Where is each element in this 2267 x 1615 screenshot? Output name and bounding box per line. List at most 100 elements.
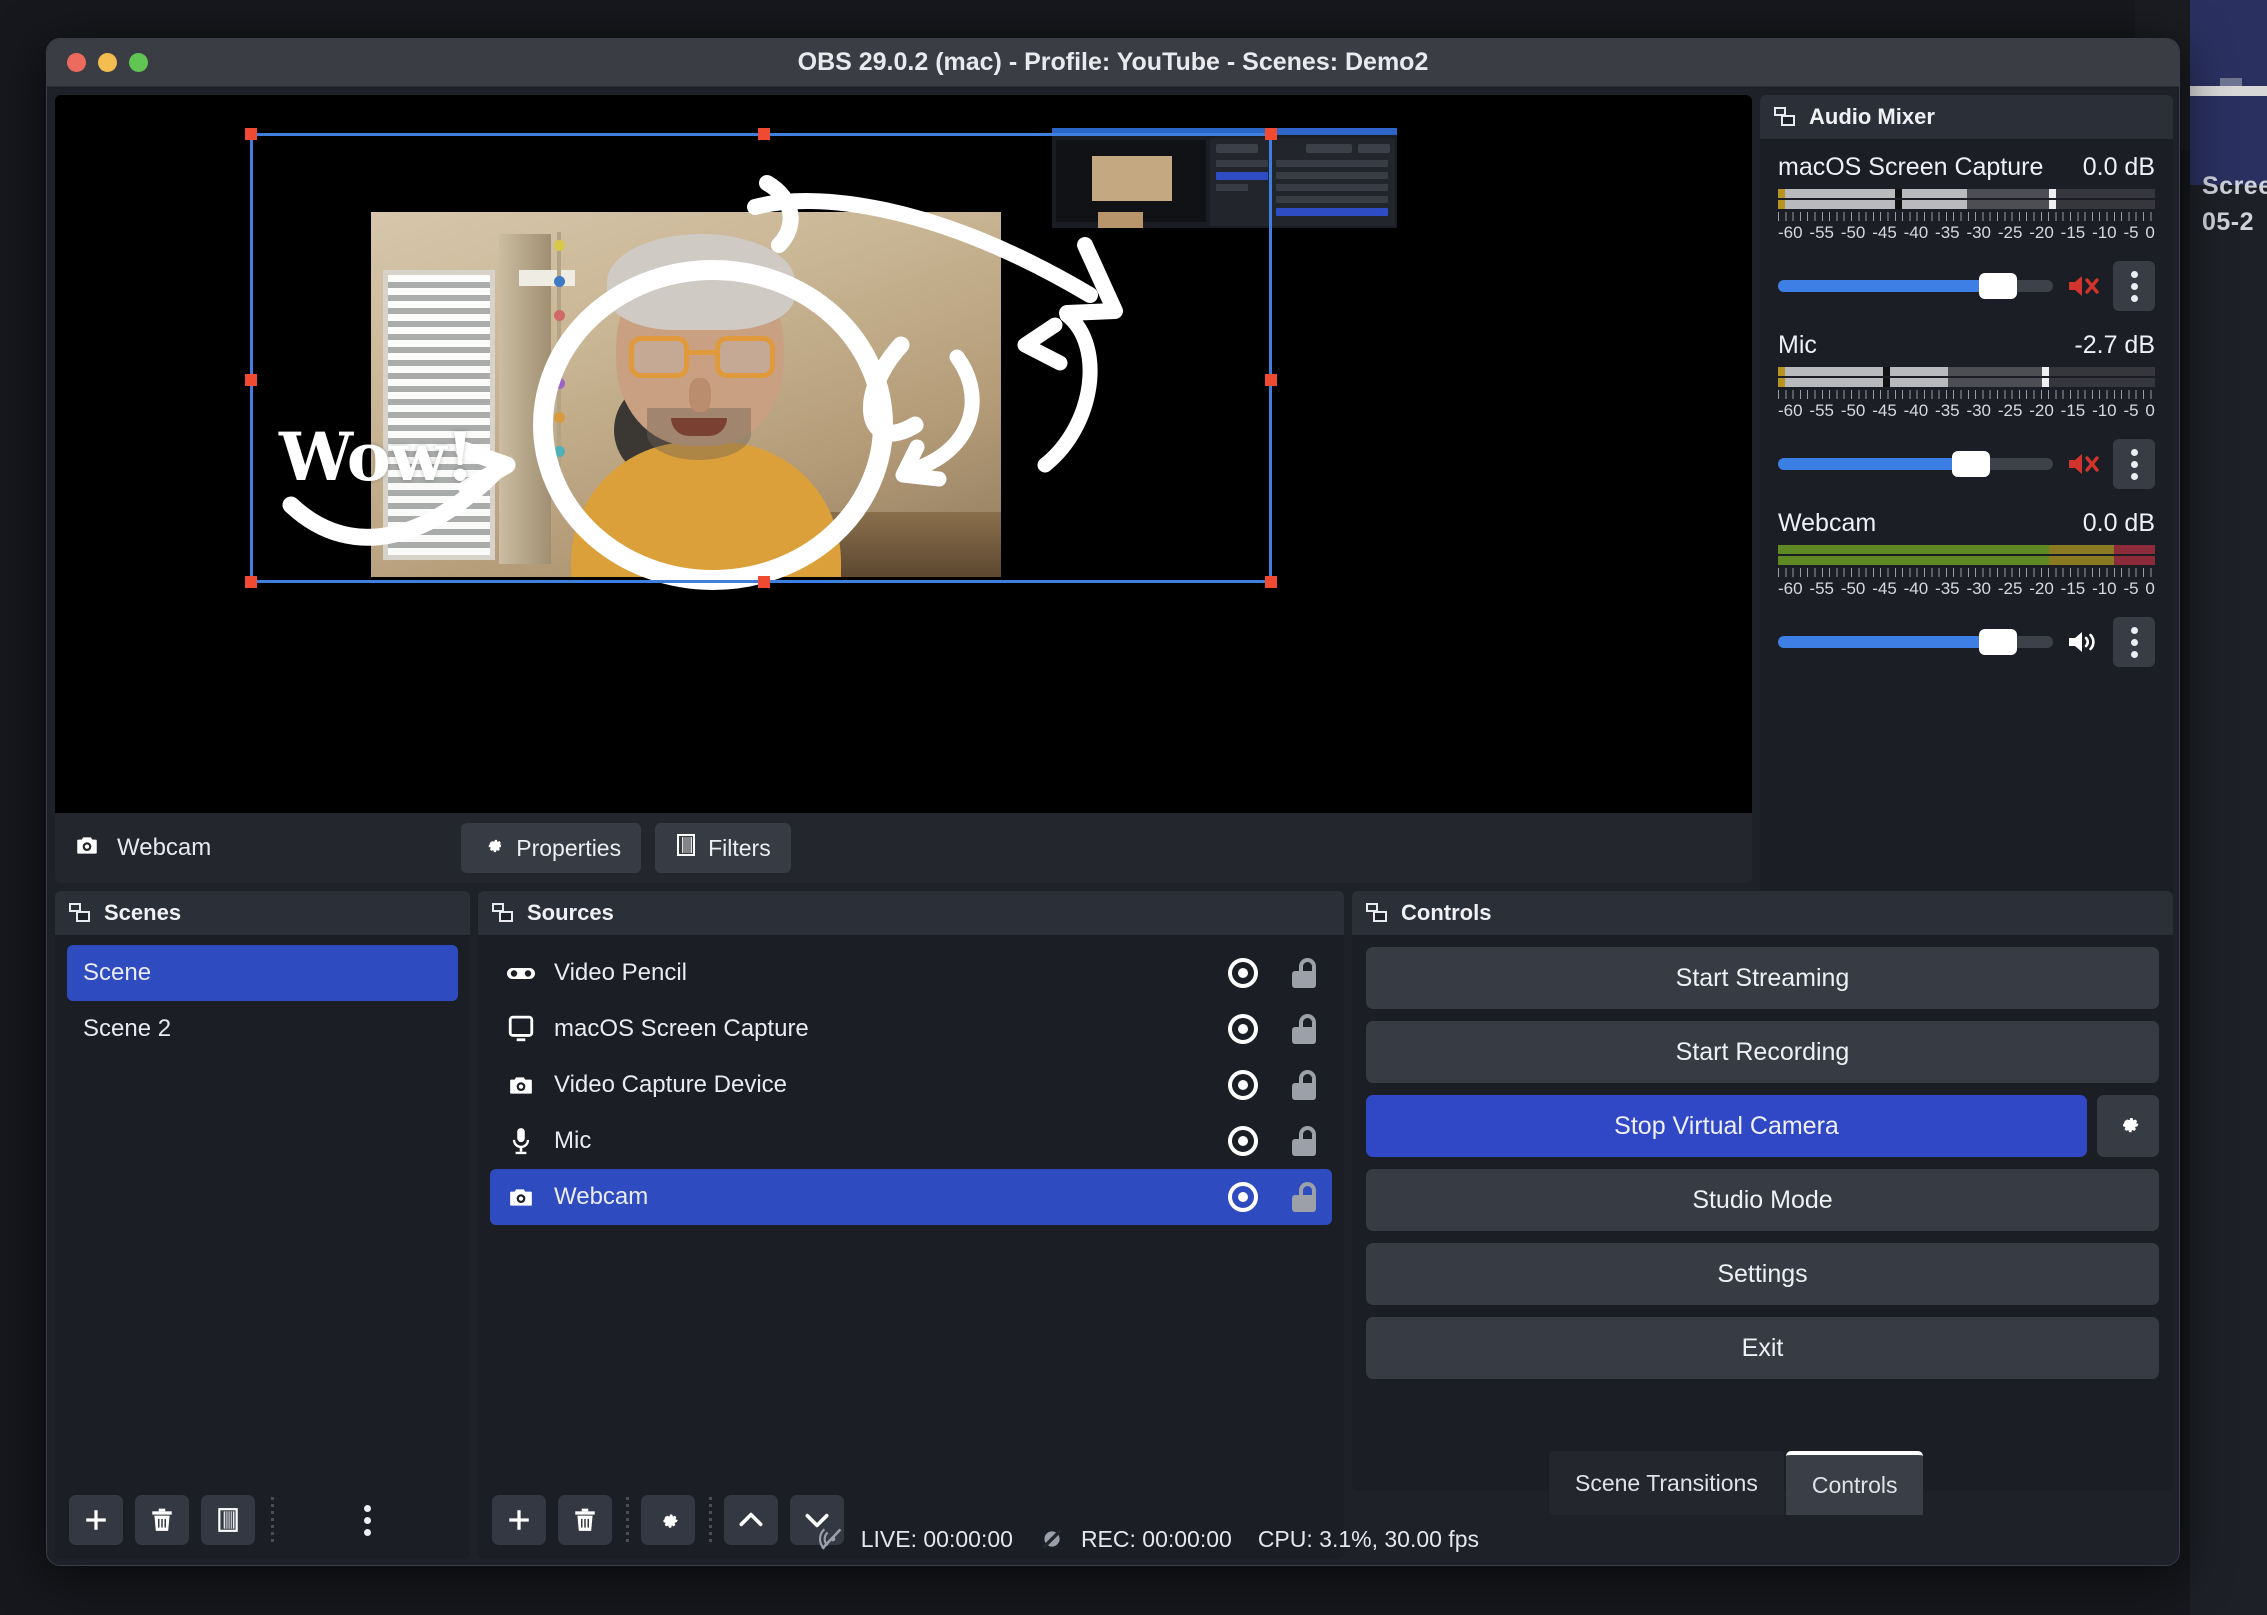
source-label: Video Pencil — [554, 959, 687, 986]
dock-tab-scene-transitions[interactable]: Scene Transitions — [1549, 1451, 1784, 1515]
meter-tick-label: -25 — [1997, 223, 2023, 242]
meter-tick-label: 0 — [2145, 579, 2155, 598]
mixer-volume-slider[interactable] — [1778, 273, 2053, 299]
source-label: macOS Screen Capture — [554, 1015, 809, 1042]
meter-tick-label: -35 — [1935, 401, 1960, 420]
mute-icon[interactable] — [2066, 449, 2100, 479]
source-visibility-toggle[interactable] — [1228, 958, 1258, 988]
preview-panel: Wow! Webcam Properties Filters — [55, 95, 1752, 883]
status-rec: REC: 00:00:00 — [1039, 1526, 1232, 1553]
settings-button[interactable]: Settings — [1366, 1243, 2159, 1305]
scenes-header: Scenes — [55, 891, 470, 935]
source-visibility-toggle[interactable] — [1228, 1126, 1258, 1156]
source-list-item[interactable]: macOS Screen Capture — [490, 1001, 1332, 1057]
meter-tick-label: -25 — [1997, 401, 2023, 420]
start-streaming-button[interactable]: Start Streaming — [1366, 947, 2159, 1009]
preview-source-label: Webcam — [117, 834, 212, 861]
scene-list-item[interactable]: Scene 2 — [67, 1001, 458, 1057]
virtual-camera-settings-button[interactable] — [2097, 1095, 2159, 1157]
filters-icon — [675, 833, 697, 863]
source-lock-toggle[interactable] — [1292, 1070, 1316, 1100]
dock-icon — [1366, 902, 1388, 924]
source-lock-toggle[interactable] — [1292, 1182, 1316, 1212]
meter-tick-label: -15 — [2060, 223, 2086, 242]
scenes-panel: Scenes Scene Scene 2 — [55, 891, 470, 1559]
status-live-label: LIVE: 00:00:00 — [860, 1525, 1013, 1552]
mixer-channel: macOS Screen Capture 0.0 dB -60 -55 -50 -45… — [1760, 139, 2173, 317]
meter-tick-label: -45 — [1872, 401, 1897, 420]
mixer-channel: Webcam 0.0 dB -60 -55 -50 -45 -40 -35 -30 -25 -2… — [1760, 495, 2173, 673]
source-lock-toggle[interactable] — [1292, 958, 1316, 988]
mixer-channel-menu-button[interactable] — [2113, 617, 2155, 667]
meter-tick-label: -5 — [2123, 223, 2139, 242]
meter-tick-label: -60 — [1778, 401, 1803, 420]
source-list-item[interactable]: Webcam — [490, 1169, 1332, 1225]
resize-handle-se[interactable] — [1265, 576, 1277, 588]
mixer-channel: Mic -2.7 dB -60 -55 -50 -45 -40 -35 -30 -25 -20-… — [1760, 317, 2173, 495]
meter-tick-label: -50 — [1840, 579, 1866, 598]
source-list-item[interactable]: Video Capture Device — [490, 1057, 1332, 1113]
mixer-channel-menu-button[interactable] — [2113, 439, 2155, 489]
meter-tick-label: -5 — [2123, 579, 2139, 598]
source-selection-box[interactable] — [245, 128, 1277, 588]
mixer-volume-slider[interactable] — [1778, 451, 2053, 477]
meter-tick-label: -10 — [2092, 401, 2117, 420]
meter-tick-label: -45 — [1872, 579, 1897, 598]
window-titlebar: OBS 29.0.2 (mac) - Profile: YouTube - Sc… — [47, 39, 2179, 87]
resize-handle-n[interactable] — [758, 128, 770, 140]
dock-tab-controls[interactable]: Controls — [1785, 1451, 1924, 1515]
meter-tick-label: -55 — [1809, 579, 1834, 598]
mixer-channel-name: macOS Screen Capture — [1778, 153, 2044, 181]
meter-tick-label: -5 — [2123, 401, 2139, 420]
mute-icon[interactable] — [2066, 271, 2100, 301]
source-list-item[interactable]: Mic — [490, 1113, 1332, 1169]
meter-scale: -60 -55 -50 -45 -40 -35 -30 -25 -20 -15 -10 -5 0 — [1778, 579, 2155, 599]
mixer-level-meter — [1778, 367, 2155, 389]
meter-tick-label: -55 — [1809, 223, 1834, 242]
meter-tick-label: -15 — [2060, 401, 2086, 420]
start-recording-button[interactable]: Start Recording — [1366, 1021, 2159, 1083]
preview-canvas[interactable]: Wow! — [55, 95, 1752, 813]
sources-panel: Sources Video Pencil macOS Screen Captur… — [478, 891, 1344, 1559]
source-visibility-toggle[interactable] — [1228, 1182, 1258, 1212]
source-visibility-toggle[interactable] — [1228, 1014, 1258, 1044]
resize-handle-nw[interactable] — [245, 128, 257, 140]
properties-button[interactable]: Properties — [461, 823, 642, 873]
camera-icon — [73, 832, 101, 865]
stop-virtual-camera-button[interactable]: Stop Virtual Camera — [1366, 1095, 2087, 1157]
resize-handle-sw[interactable] — [245, 576, 257, 588]
mixer-level-meter — [1778, 545, 2155, 567]
broadcast-off-icon — [818, 1526, 849, 1552]
mixer-channel-menu-button[interactable] — [2113, 261, 2155, 311]
source-list-item[interactable]: Video Pencil — [490, 945, 1332, 1001]
camera-icon — [506, 1071, 536, 1099]
resize-handle-e[interactable] — [1265, 374, 1277, 386]
mixer-volume-slider[interactable] — [1778, 629, 2053, 655]
meter-tick-label: -15 — [2060, 579, 2086, 598]
speaker-icon[interactable] — [2066, 627, 2100, 657]
meter-tick-label: -50 — [1840, 223, 1866, 242]
filters-button[interactable]: Filters — [655, 823, 791, 873]
scenes-list: Scene Scene 2 — [55, 935, 470, 1067]
source-visibility-toggle[interactable] — [1228, 1070, 1258, 1100]
meter-tick-label: -20 — [2029, 223, 2054, 242]
obs-main-window: OBS 29.0.2 (mac) - Profile: YouTube - Sc… — [46, 38, 2180, 1566]
meter-tick-label: -35 — [1935, 579, 1960, 598]
scene-list-item[interactable]: Scene — [67, 945, 458, 1001]
control-button-label: Exit — [1741, 1333, 1784, 1362]
preview-action-buttons: Properties Filters — [461, 823, 791, 873]
exit-button[interactable]: Exit — [1366, 1317, 2159, 1379]
mixer-channel-db: 0.0 dB — [2082, 509, 2155, 537]
scene-label: Scene 2 — [83, 1015, 172, 1042]
control-button-label: Start Streaming — [1675, 963, 1850, 992]
source-lock-toggle[interactable] — [1292, 1014, 1316, 1044]
meter-tick-label: -60 — [1778, 579, 1803, 598]
control-button-label: Settings — [1717, 1259, 1808, 1288]
mixer-level-meter — [1778, 189, 2155, 211]
resize-handle-w[interactable] — [245, 374, 257, 386]
source-lock-toggle[interactable] — [1292, 1126, 1316, 1156]
studio-mode-button[interactable]: Studio Mode — [1366, 1169, 2159, 1231]
resize-handle-ne[interactable] — [1265, 128, 1277, 140]
status-rec-label: REC: 00:00:00 — [1080, 1525, 1232, 1552]
resize-handle-s[interactable] — [758, 576, 770, 588]
